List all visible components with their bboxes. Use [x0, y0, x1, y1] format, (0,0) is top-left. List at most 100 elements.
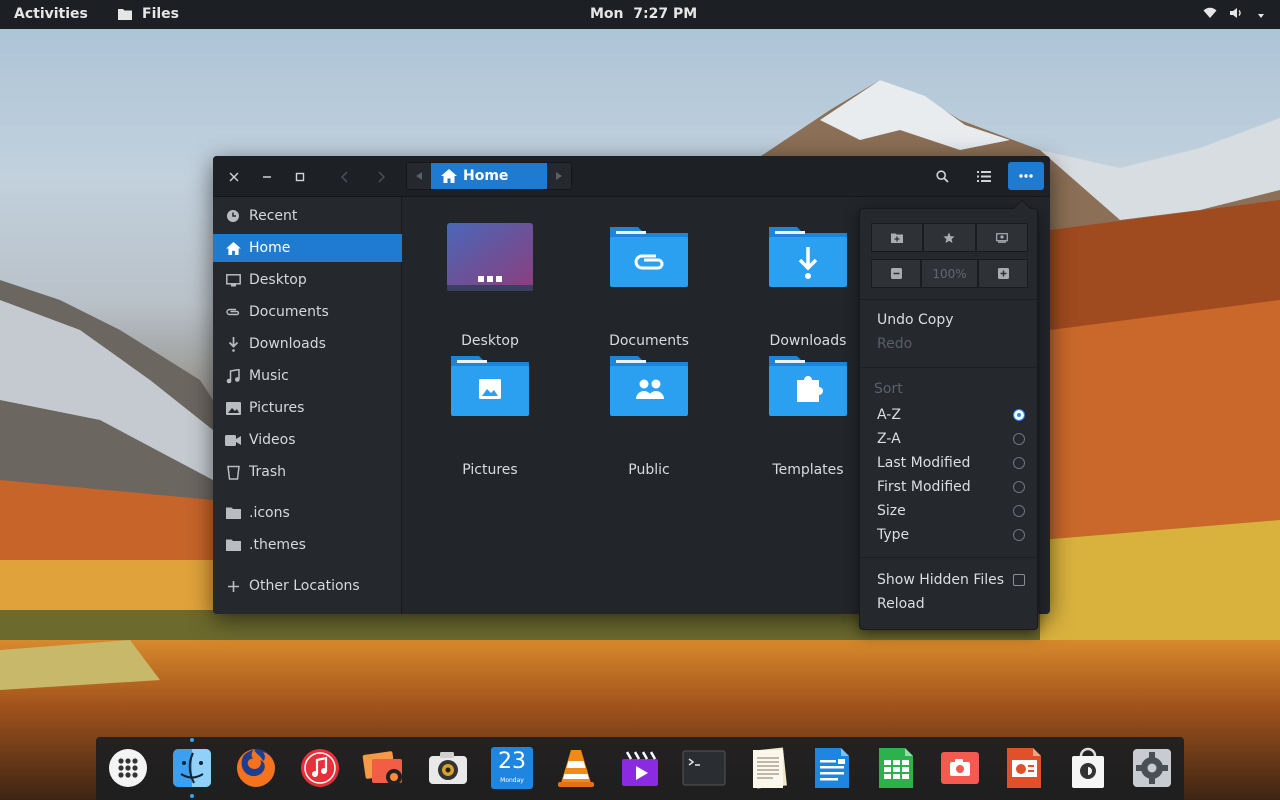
sort-option-size[interactable]: Size [877, 500, 1037, 522]
bookmark-button[interactable] [923, 223, 976, 252]
dock-terminal[interactable] [682, 746, 726, 790]
file-item-public[interactable]: Public [584, 352, 714, 478]
undo-copy-item[interactable]: Undo Copy [877, 309, 1027, 331]
separator [860, 557, 1037, 558]
search-button[interactable] [925, 162, 959, 190]
sidebar-item-themes[interactable]: .themes [213, 531, 402, 559]
dock-calendar[interactable]: 23 Monday [490, 746, 534, 790]
camera-icon [429, 752, 467, 784]
dock-settings[interactable] [1130, 746, 1174, 790]
dock-video-editor[interactable] [618, 746, 662, 790]
dock-writer[interactable] [810, 746, 854, 790]
sidebar-item-trash[interactable]: Trash [213, 458, 402, 486]
triangle-left-icon [416, 172, 422, 180]
sidebar-item-downloads[interactable]: Downloads [213, 330, 402, 358]
dock: 23 Monday [96, 737, 1184, 800]
dock-text-editor[interactable] [746, 746, 790, 790]
reload-item[interactable]: Reload [877, 593, 1027, 615]
app-menu[interactable]: Files [118, 6, 179, 22]
system-tray[interactable] [1203, 7, 1266, 19]
triangle-right-icon [556, 172, 562, 180]
header-bar: Home [213, 156, 1050, 197]
sidebar-item-videos[interactable]: Videos [213, 426, 402, 454]
calendar-weekday: Monday [500, 777, 524, 784]
sort-option-z-a[interactable]: Z-A [877, 428, 1037, 450]
word-processor-icon [815, 748, 849, 788]
minimize-button[interactable] [251, 156, 283, 197]
file-item-downloads[interactable]: Downloads [743, 223, 873, 349]
dock-impress[interactable] [1002, 746, 1046, 790]
zoom-in-button[interactable] [978, 259, 1028, 288]
dock-files[interactable] [170, 746, 214, 790]
sidebar-item-other-locations[interactable]: Other Locations [213, 572, 402, 600]
sidebar-item-label: .themes [249, 537, 306, 553]
radio [1013, 529, 1025, 541]
sort-option-first-modified[interactable]: First Modified [877, 476, 1037, 498]
activities-button[interactable]: Activities [14, 6, 88, 22]
path-crumb-home[interactable]: Home [431, 163, 547, 189]
folder-icon [225, 505, 241, 521]
sidebar-item-music[interactable]: Music [213, 362, 402, 390]
sidebar-item-documents[interactable]: Documents [213, 298, 402, 326]
music-note-icon [225, 368, 241, 384]
maximize-button[interactable] [284, 156, 316, 197]
desktop-icon [225, 272, 241, 288]
new-folder-button[interactable] [871, 223, 924, 252]
sidebar-item-recent[interactable]: Recent [213, 202, 402, 230]
clock-icon [225, 208, 241, 224]
redo-item[interactable]: Redo [877, 333, 1027, 355]
photo-viewer-icon [362, 751, 402, 785]
sidebar-item-icons[interactable]: .icons [213, 499, 402, 527]
zoom-out-button[interactable] [871, 259, 921, 288]
finder-face-icon [173, 749, 211, 787]
folder-icon [225, 537, 241, 553]
file-item-documents[interactable]: Documents [584, 223, 714, 349]
sort-option-type[interactable]: Type [877, 524, 1037, 546]
clock[interactable]: Mon 7:27 PM [590, 6, 697, 22]
sidebar-item-desktop[interactable]: Desktop [213, 266, 402, 294]
path-scroll-right[interactable] [547, 163, 571, 189]
sort-option-label: Last Modified [877, 455, 971, 471]
dock-shotwell[interactable] [362, 746, 406, 790]
home-icon [225, 240, 241, 256]
dock-screenshot[interactable] [938, 746, 982, 790]
dock-camera[interactable] [426, 746, 470, 790]
app-grid-icon [109, 749, 147, 787]
sidebar-item-pictures[interactable]: Pictures [213, 394, 402, 422]
open-terminal-button[interactable] [975, 223, 1028, 252]
calendar-day: 23 [498, 749, 526, 774]
sidebar-item-home[interactable]: Home [213, 234, 402, 262]
dock-music[interactable] [298, 746, 342, 790]
templates-folder-icon [769, 356, 847, 416]
more-options-icon [1019, 174, 1033, 178]
dock-firefox[interactable] [234, 746, 278, 790]
file-label: Downloads [769, 333, 847, 349]
dock-calc[interactable] [874, 746, 918, 790]
folder-icon [118, 9, 132, 20]
sort-option-last-modified[interactable]: Last Modified [877, 452, 1037, 474]
video-camera-icon [225, 432, 241, 448]
file-item-pictures[interactable]: Pictures [425, 352, 555, 478]
music-player-icon [301, 749, 339, 787]
show-hidden-files-item[interactable]: Show Hidden Files [877, 569, 1037, 591]
sidebar-item-label: Pictures [249, 400, 305, 416]
file-item-desktop[interactable]: Desktop [425, 223, 555, 349]
radio [1013, 457, 1025, 469]
back-button[interactable] [329, 156, 361, 197]
close-icon [229, 172, 239, 181]
menu-button[interactable] [1008, 162, 1044, 190]
sort-option-a-z[interactable]: A-Z [877, 404, 1037, 426]
sort-option-label: Type [877, 527, 910, 543]
dock-show-apps[interactable] [106, 746, 150, 790]
forward-button[interactable] [365, 156, 397, 197]
dock-vlc[interactable] [554, 746, 598, 790]
file-item-templates[interactable]: Templates [743, 352, 873, 478]
view-toggle-button[interactable] [967, 162, 1001, 190]
close-button[interactable] [218, 156, 250, 197]
software-bag-icon [1072, 747, 1104, 788]
show-hidden-files-label: Show Hidden Files [877, 572, 1005, 588]
dock-software[interactable] [1066, 746, 1110, 790]
zoom-level[interactable]: 100% [921, 259, 978, 288]
path-scroll-left[interactable] [407, 163, 431, 189]
screenshot-icon [941, 752, 979, 784]
